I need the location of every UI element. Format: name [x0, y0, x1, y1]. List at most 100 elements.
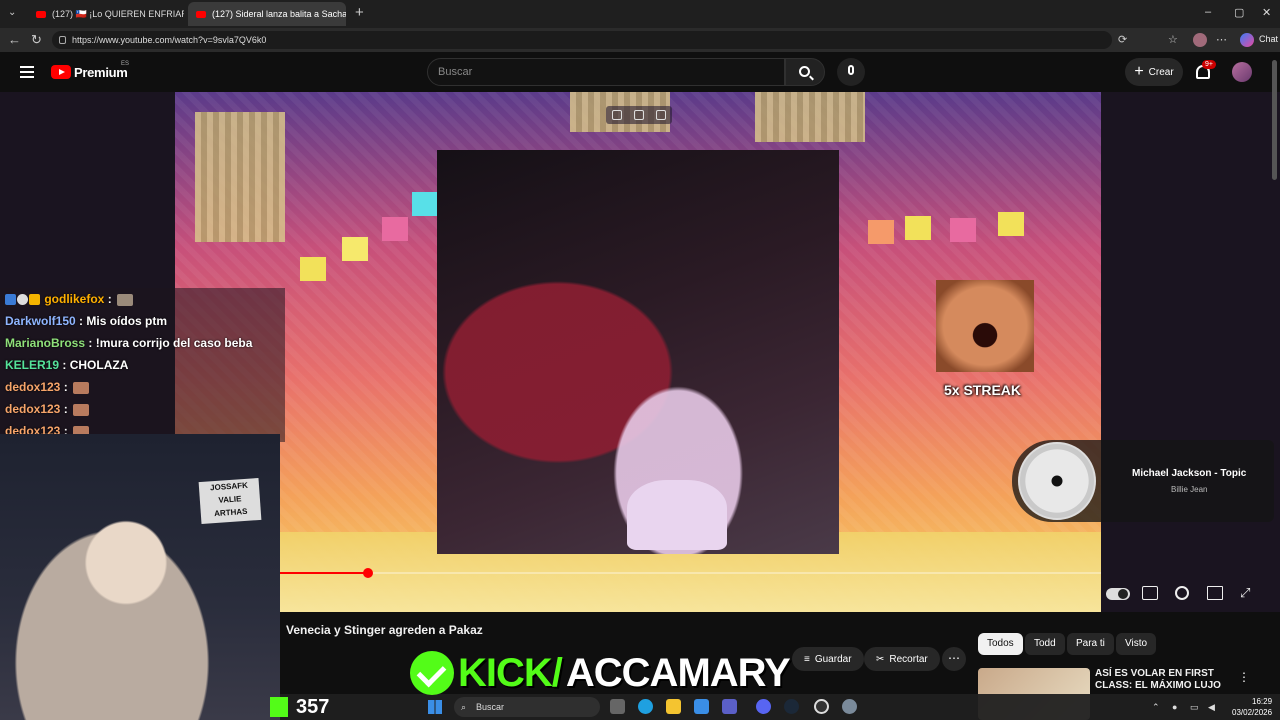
- stream-chat: godlikefox : Darkwolf150 : Mis oídos ptm…: [0, 288, 285, 442]
- game-tile-block: [755, 92, 865, 142]
- page-scrollbar[interactable]: [1272, 60, 1277, 180]
- edge-icon[interactable]: [638, 699, 653, 714]
- chat-emote-icon: [73, 381, 90, 394]
- network-icon[interactable]: ▭: [1190, 702, 1199, 713]
- copilot-icon[interactable]: [1240, 33, 1254, 47]
- youtube-brand[interactable]: Premium: [74, 65, 128, 80]
- search-icon: [799, 66, 810, 77]
- chat-button[interactable]: Chat: [1259, 34, 1278, 44]
- browser-tab-2[interactable]: (127) Sideral lanza balita a Sacha | ×: [188, 2, 346, 26]
- url-text: https://www.youtube.com/watch?v=9svla7QV…: [72, 35, 267, 45]
- teams-icon[interactable]: [722, 699, 737, 714]
- avatar[interactable]: [1232, 62, 1252, 82]
- chat-username[interactable]: MarianoBross: [5, 336, 85, 350]
- reload-icon[interactable]: ↻: [31, 32, 42, 48]
- filter-chip-todos[interactable]: Todos: [978, 633, 1023, 655]
- taskbar-clock[interactable]: 16:29 03/02/2026: [1232, 696, 1272, 718]
- maximize-button[interactable]: ▢: [1234, 6, 1244, 19]
- voice-search-button[interactable]: [837, 58, 865, 86]
- filter-chip-todd[interactable]: Todd: [1025, 633, 1065, 655]
- tray-chevron-icon[interactable]: ⌃: [1152, 702, 1160, 713]
- taskbar-search[interactable]: ⌕ Buscar: [454, 697, 600, 717]
- plus-icon: +: [1134, 63, 1144, 80]
- webcam-sign: JOSSAFK VALIE ARTHAS: [198, 477, 262, 525]
- progress-fill: [280, 572, 368, 574]
- filter-chip-visto[interactable]: Visto: [1116, 633, 1157, 655]
- progress-bar[interactable]: [280, 568, 1101, 578]
- video-title: Venecia y Stinger agreden a Pakaz: [286, 623, 483, 637]
- subtitles-icon[interactable]: [1142, 586, 1158, 600]
- tab-title: (127) 🇨🇱 ¡Lo QUIEREN ENFRIAR!: [52, 8, 184, 19]
- music-disc-icon: [1018, 442, 1096, 520]
- task-view-icon[interactable]: [610, 699, 625, 714]
- browser-tab-1[interactable]: (127) 🇨🇱 ¡Lo QUIEREN ENFRIAR! ×: [28, 2, 184, 26]
- chat-message: dedox123 :: [5, 402, 90, 416]
- kick-logo-icon: [270, 697, 288, 717]
- file-explorer-icon[interactable]: [666, 699, 681, 714]
- bunting-flag: [998, 212, 1024, 236]
- steam-icon[interactable]: [784, 699, 799, 714]
- game-tile-block: [195, 112, 285, 242]
- chat-badge-icon: [29, 294, 40, 306]
- youtube-header: Premium ES Buscar + Crear 9+: [0, 52, 1280, 92]
- url-field[interactable]: https://www.youtube.com/watch?v=9svla7QV…: [52, 31, 1112, 49]
- bunting-flag: [382, 217, 408, 241]
- picture-in-picture-icon[interactable]: [612, 110, 622, 120]
- back-icon[interactable]: ←: [8, 32, 21, 48]
- streamer-webcam: [0, 434, 280, 720]
- kick-handle: ACCAMARY: [565, 650, 791, 695]
- chat-username[interactable]: dedox123: [5, 380, 60, 394]
- notes-icon[interactable]: [634, 110, 644, 120]
- bunting-flag: [300, 257, 326, 281]
- browser-tab-bar: ⌄ (127) 🇨🇱 ¡Lo QUIEREN ENFRIAR! × (127) …: [0, 0, 1280, 28]
- profile-avatar[interactable]: [1193, 33, 1207, 47]
- clip-button[interactable]: ✂ Recortar: [864, 647, 940, 671]
- volume-icon[interactable]: ◀: [1208, 702, 1215, 713]
- chat-text: :: [63, 380, 68, 394]
- verified-check-icon: [410, 651, 454, 695]
- chat-username[interactable]: dedox123: [5, 402, 60, 416]
- chat-username[interactable]: Darkwolf150: [5, 314, 76, 328]
- recommendation-menu-icon[interactable]: ⋮: [1238, 670, 1250, 684]
- chat-username[interactable]: KELER19: [5, 358, 59, 372]
- translate-icon[interactable]: [656, 110, 666, 120]
- search-input[interactable]: Buscar: [427, 58, 785, 86]
- more-actions-button[interactable]: ⋯: [942, 647, 966, 671]
- discord-icon[interactable]: [756, 699, 771, 714]
- store-icon[interactable]: [694, 699, 709, 714]
- chat-text: : !mura corrijo del caso beba: [88, 336, 253, 350]
- chat-message: dedox123 :: [5, 380, 90, 394]
- extensions-icon[interactable]: ⟳: [1118, 32, 1127, 48]
- close-window-button[interactable]: ✕: [1262, 6, 1271, 19]
- browser-menu-icon[interactable]: ⋯: [1216, 32, 1227, 48]
- chat-text: :: [63, 402, 68, 416]
- new-tab-button[interactable]: +: [355, 4, 364, 21]
- windows-taskbar: ⌕ Buscar ⌃ ● ▭ ◀ 16:29 03/02/2026: [280, 694, 1280, 720]
- obs-icon[interactable]: [814, 699, 829, 714]
- search-button[interactable]: [785, 58, 825, 86]
- settings-icon[interactable]: [842, 699, 857, 714]
- theater-mode-icon[interactable]: [1207, 586, 1223, 600]
- chat-badge-icon: [17, 294, 28, 306]
- save-button[interactable]: ≡ Guardar: [792, 647, 864, 671]
- windows-start-icon[interactable]: [428, 700, 442, 714]
- settings-gear-icon[interactable]: [1175, 586, 1189, 600]
- fullscreen-icon[interactable]: ⤢: [1240, 586, 1256, 600]
- chat-username[interactable]: godlikefox: [44, 292, 104, 306]
- minimize-button[interactable]: –: [1205, 6, 1211, 18]
- youtube-logo-icon[interactable]: [51, 65, 71, 79]
- filter-chip-para-ti[interactable]: Para ti: [1067, 633, 1114, 655]
- music-card[interactable]: Michael Jackson - Topic Billie Jean: [1012, 440, 1274, 522]
- hamburger-menu-icon[interactable]: [20, 66, 34, 78]
- save-label: Guardar: [814, 653, 852, 665]
- progress-scrubber[interactable]: [362, 568, 373, 578]
- tab-list-icon[interactable]: ⌄: [8, 7, 16, 18]
- create-button[interactable]: + Crear: [1125, 58, 1183, 86]
- chat-text: : CHOLAZA: [62, 358, 129, 372]
- favorites-icon[interactable]: ☆: [1168, 32, 1178, 48]
- recommendation-title[interactable]: ASÍ ES VOLAR EN FIRST CLASS: EL MÁXIMO L…: [1095, 668, 1235, 692]
- bunting-flag: [868, 220, 894, 244]
- chat-message: KELER19 : CHOLAZA: [5, 358, 128, 372]
- autoplay-toggle[interactable]: [1106, 588, 1130, 600]
- microphone-icon[interactable]: ●: [1172, 702, 1177, 712]
